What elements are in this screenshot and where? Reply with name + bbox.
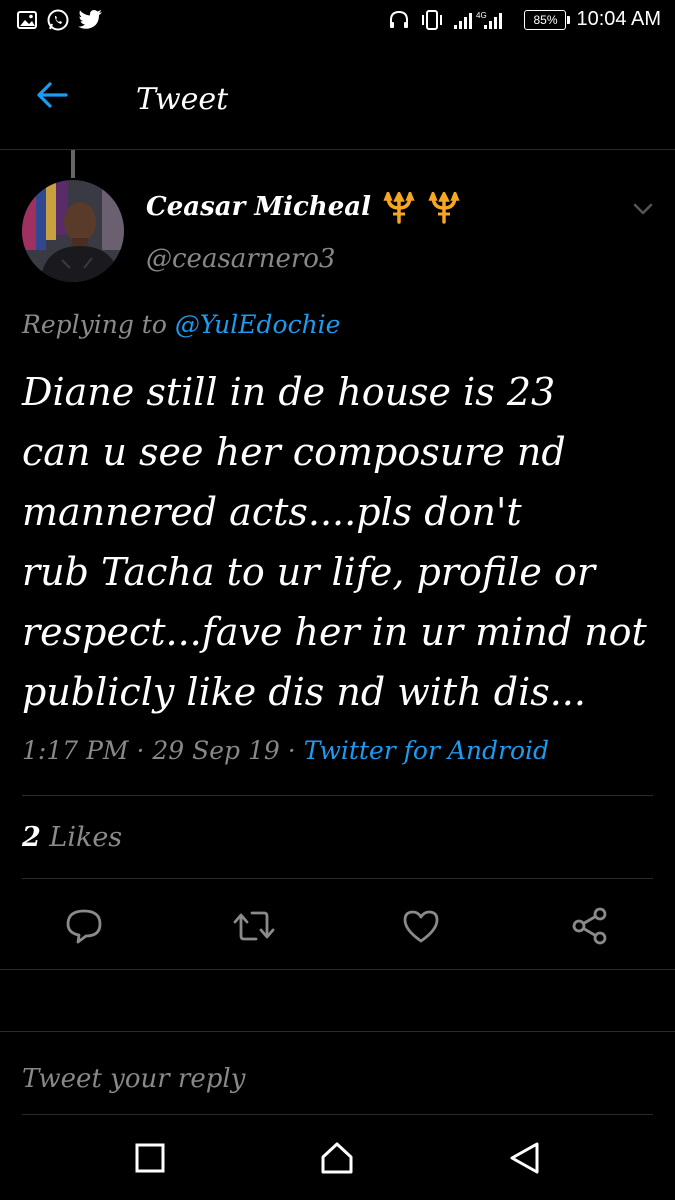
whatsapp-icon [47, 9, 69, 31]
author-name[interactable]: Ceasar Micheal [146, 192, 461, 224]
notification-icons [16, 8, 104, 32]
home-icon [321, 1142, 353, 1174]
divider [0, 1031, 675, 1032]
avatar-photo [22, 180, 124, 282]
divider [0, 969, 675, 970]
twitter-icon [78, 9, 102, 29]
tweet-text-line: mannered acts....pls don't [22, 490, 522, 534]
top-app-bar: Tweet [0, 44, 675, 150]
tweet-menu-button[interactable] [632, 200, 654, 218]
headphones-icon [390, 10, 409, 28]
chevron-down-icon [633, 203, 653, 215]
meta-separator: · [287, 736, 296, 765]
tweet-text-line: rub Tacha to ur life, profile or [22, 550, 596, 594]
tweet-text-line: publicly like dis nd with dis... [22, 670, 586, 714]
battery-icon: 85% [524, 9, 571, 30]
reply-input-underline [22, 1114, 653, 1115]
trident-icon [383, 192, 415, 224]
tweet-text: Diane still in de house is 23 can u see … [22, 362, 662, 722]
like-icon [403, 910, 439, 943]
tweet-source-link[interactable]: Twitter for Android [304, 736, 549, 765]
reply-icon [66, 909, 102, 944]
replying-label: Replying to [22, 310, 167, 339]
avatar[interactable] [22, 180, 124, 282]
back-nav-button[interactable] [507, 1140, 543, 1176]
battery-level: 85% [533, 12, 558, 27]
share-icon [572, 907, 607, 945]
tweet-meta: 1:17 PM · 29 Sep 19 · Twitter for Androi… [22, 736, 549, 765]
signal-icon: 4G [454, 11, 503, 29]
gallery-icon [17, 11, 37, 29]
likes-count[interactable]: 2 Likes [22, 822, 122, 853]
home-button[interactable] [319, 1140, 355, 1176]
tweet-time: 1:17 PM [22, 736, 129, 765]
status-bar: 4G 85% 10:04 AM [0, 0, 675, 44]
svg-text:4G: 4G [476, 11, 487, 20]
tweet-text-line: Diane still in de house is 23 [22, 370, 556, 414]
system-status: 4G 85% 10:04 AM [388, 8, 661, 31]
page-title: Tweet [136, 82, 229, 117]
tweet-text-line: can u see her composure nd [22, 430, 566, 474]
recent-apps-icon [135, 1143, 165, 1173]
mention-link[interactable]: @YulEdochie [175, 310, 341, 339]
likes-number: 2 [22, 822, 41, 853]
author-name-text: Ceasar Micheal [146, 192, 371, 222]
retweet-icon [233, 911, 275, 941]
like-button[interactable] [401, 906, 441, 946]
back-nav-icon [510, 1142, 539, 1174]
tweet-date: 29 Sep 19 [152, 736, 280, 765]
author-handle[interactable]: @ceasarnero3 [146, 244, 335, 274]
retweet-button[interactable] [232, 906, 275, 946]
reply-button[interactable] [64, 906, 104, 946]
thread-line [71, 150, 75, 178]
replying-to: Replying to @YulEdochie [22, 310, 340, 339]
recent-apps-button[interactable] [132, 1140, 168, 1176]
trident-icon [428, 192, 460, 224]
clock: 10:04 AM [576, 8, 661, 30]
share-button[interactable] [570, 906, 610, 946]
divider [22, 878, 653, 879]
divider [22, 795, 653, 796]
vibrate-icon [422, 9, 443, 30]
meta-separator: · [136, 736, 145, 765]
likes-label: Likes [49, 822, 123, 853]
back-arrow-icon [37, 82, 68, 108]
tweet-text-line: respect...fave her in ur mind not [22, 610, 647, 654]
back-button[interactable] [34, 80, 70, 110]
reply-input[interactable]: Tweet your reply [22, 1064, 653, 1104]
